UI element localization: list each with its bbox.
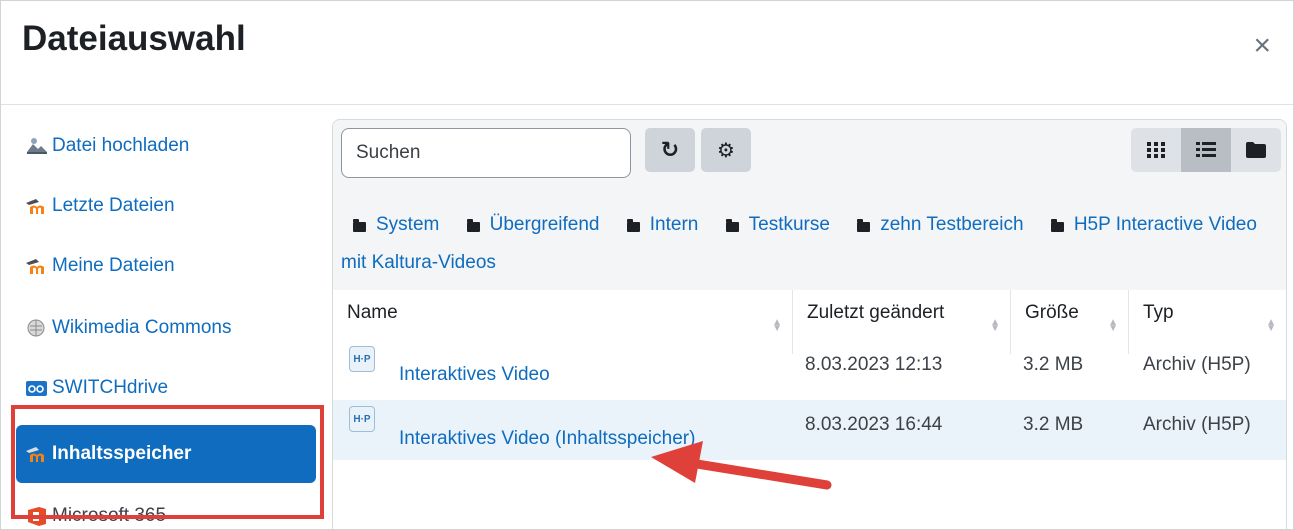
sort-icon: ▲ ▼ [772, 317, 782, 334]
breadcrumb-item-uebergreifend[interactable]: Übergreifend [455, 214, 599, 235]
file-size: 3.2 MB [1023, 414, 1084, 435]
table-row[interactable]: H·P Interaktives Video (Inhaltsspeicher)… [333, 400, 1286, 460]
microsoft-365-icon [25, 506, 49, 526]
sidebar-item-wikimedia-commons[interactable]: Wikimedia Commons [16, 301, 316, 355]
sidebar-item-label: Meine Dateien [52, 255, 175, 276]
moodle-icon [25, 256, 49, 276]
gear-icon: ⚙ [717, 139, 735, 162]
folder-icon [353, 219, 366, 232]
breadcrumb-item-testkurse[interactable]: Testkurse [714, 214, 830, 235]
sidebar-item-upload[interactable]: Datei hochladen [16, 119, 316, 173]
wikimedia-icon [25, 318, 49, 338]
view-icons-button[interactable] [1131, 128, 1181, 172]
file-browser-toolbar: ↻ ⚙ [333, 120, 1286, 290]
table-row[interactable]: H·P Interaktives Video 8.03.2023 12:13 3… [333, 340, 1286, 400]
sidebar-item-label: SWITCHdrive [52, 377, 169, 398]
sort-icon: ▲ ▼ [990, 317, 1000, 334]
dialog-title: Dateiauswahl [22, 19, 246, 58]
repository-sidebar: Datei hochladen Letzte Dateien Meine Dat… [1, 111, 331, 529]
moodle-icon [25, 444, 49, 464]
sidebar-item-label: Inhaltsspeicher [52, 443, 192, 464]
folder-icon [725, 219, 739, 232]
h5p-file-icon: H·P [349, 346, 375, 372]
sidebar-item-label: Datei hochladen [52, 135, 190, 156]
moodle-icon [25, 196, 49, 216]
sidebar-item-label: Letzte Dateien [52, 195, 175, 216]
sidebar-item-recent-files[interactable]: Letzte Dateien [16, 179, 316, 233]
sidebar-item-label: Microsoft 365 [52, 505, 167, 526]
list-icon [1196, 142, 1216, 157]
sort-icon: ▲ ▼ [1266, 317, 1276, 334]
breadcrumb-item-system[interactable]: System [341, 214, 439, 235]
refresh-button[interactable]: ↻ [645, 128, 695, 172]
view-list-button[interactable] [1181, 128, 1231, 172]
folder-icon [857, 219, 871, 232]
view-tree-button[interactable] [1231, 128, 1281, 172]
sidebar-item-microsoft-365[interactable]: Microsoft 365 [16, 489, 316, 529]
breadcrumb-item-intern[interactable]: Intern [615, 214, 698, 235]
sidebar-item-my-files[interactable]: Meine Dateien [16, 239, 316, 293]
search-input[interactable] [341, 128, 631, 178]
sidebar-item-switchdrive[interactable]: SWITCHdrive [16, 361, 316, 415]
file-picker-dialog: Dateiauswahl × Datei hochladen Letzte Da… [0, 0, 1294, 530]
close-icon[interactable]: × [1253, 31, 1271, 61]
sidebar-item-label: Wikimedia Commons [52, 317, 232, 338]
sidebar-item-content-bank[interactable]: Inhaltsspeicher [16, 425, 316, 483]
folder-icon [1246, 142, 1266, 158]
h5p-file-icon: H·P [349, 406, 375, 432]
dialog-header: Dateiauswahl × [1, 1, 1293, 105]
sort-icon: ▲ ▼ [1108, 317, 1118, 334]
file-browser-panel: ↻ ⚙ [332, 119, 1287, 529]
breadcrumb: System Übergreifend Intern Testkurse zeh… [341, 206, 1276, 282]
folder-icon [1050, 219, 1064, 232]
folder-icon [626, 219, 640, 232]
settings-button[interactable]: ⚙ [701, 128, 751, 172]
file-name-link[interactable]: Interaktives Video (Inhaltsspeicher) [399, 428, 695, 488]
refresh-icon: ↻ [660, 137, 680, 162]
file-modified: 8.03.2023 16:44 [805, 414, 943, 435]
upload-icon [25, 136, 49, 156]
breadcrumb-item-zehn-testbereich[interactable]: zehn Testbereich [845, 214, 1024, 235]
folder-icon [466, 219, 480, 232]
switchdrive-icon [25, 378, 49, 398]
file-type: Archiv (H5P) [1143, 414, 1251, 435]
grid-icon [1147, 142, 1165, 158]
